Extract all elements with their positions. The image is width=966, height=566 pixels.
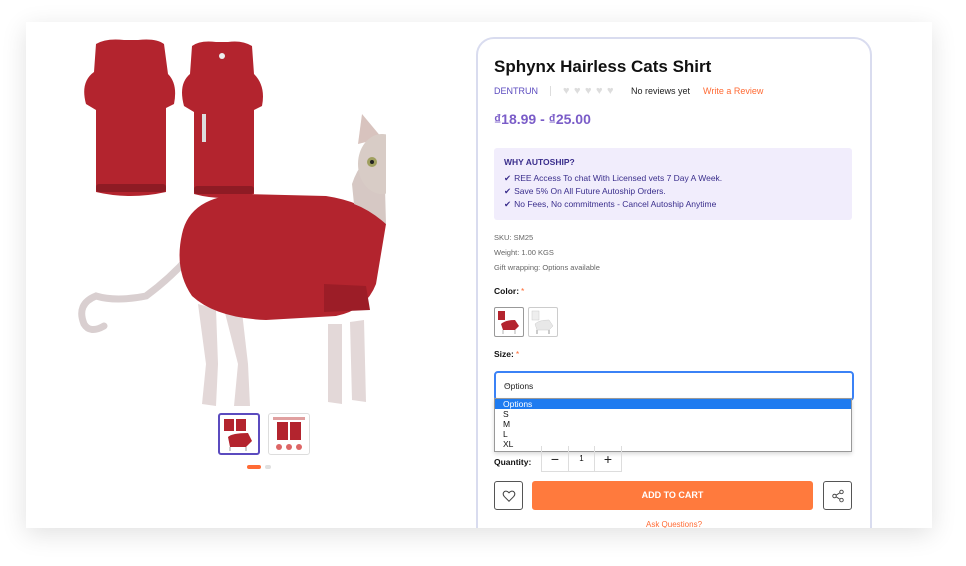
quantity-label: Quantity:	[494, 457, 532, 467]
star-icon: ♥	[607, 85, 614, 97]
sku-text: SKU: SM25	[494, 233, 534, 242]
price-range: ₫18.99 - ₫25.00	[494, 111, 591, 127]
quantity-increase-button[interactable]: +	[595, 451, 621, 467]
size-option[interactable]: L	[495, 429, 851, 439]
rating-stars: ♥ ♥ ♥ ♥ ♥	[563, 85, 617, 97]
carousel-dots	[247, 465, 271, 469]
quantity-stepper: − 1 +	[541, 446, 622, 472]
color-swatch-white[interactable]	[528, 307, 558, 337]
size-dropdown-list: Options S M L XL	[494, 398, 852, 452]
autoship-item: ✔ REE Access To chat With Licensed vets 7…	[504, 173, 723, 183]
star-icon: ♥	[574, 85, 581, 97]
carousel-dot-active[interactable]	[247, 465, 261, 469]
main-product-image[interactable]	[66, 34, 406, 424]
check-icon: ✔	[504, 199, 512, 209]
quantity-input[interactable]: 1	[568, 446, 595, 471]
product-card: Sphynx Hairless Cats Shirt DENTRUN ♥ ♥ ♥…	[26, 22, 932, 528]
check-icon: ✔	[504, 173, 512, 183]
product-meta: DENTRUN ♥ ♥ ♥ ♥ ♥ No reviews yet Write a…	[494, 85, 763, 97]
autoship-heading: WHY AUTOSHIP?	[504, 157, 575, 167]
autoship-item: ✔ Save 5% On All Future Autoship Orders.	[504, 186, 666, 196]
quantity-decrease-button[interactable]: −	[542, 451, 568, 467]
weight-text: Weight: 1.00 KGS	[494, 248, 554, 257]
product-title: Sphynx Hairless Cats Shirt	[494, 57, 712, 76]
size-label: Size: *	[494, 349, 520, 359]
ask-questions-link[interactable]: Ask Questions?	[478, 520, 870, 528]
autoship-item: ✔ No Fees, No commitments - Cancel Autosh…	[504, 199, 717, 209]
gift-wrapping-text: Gift wrapping: Options available	[494, 263, 600, 272]
star-icon: ♥	[596, 85, 603, 97]
size-option[interactable]: M	[495, 419, 851, 429]
star-icon: ♥	[563, 85, 570, 97]
size-select[interactable]: Options ⌄	[494, 371, 854, 401]
share-icon	[831, 489, 844, 502]
check-icon: ✔	[504, 186, 512, 196]
autoship-box: WHY AUTOSHIP? ✔ REE Access To chat With L…	[494, 148, 852, 220]
carousel-dot[interactable]	[265, 465, 271, 469]
wishlist-button[interactable]	[494, 481, 523, 510]
heart-icon	[502, 490, 515, 502]
divider	[550, 86, 551, 96]
size-option[interactable]: Options	[495, 399, 851, 409]
product-details-panel: Sphynx Hairless Cats Shirt DENTRUN ♥ ♥ ♥…	[476, 37, 872, 528]
reviews-count: No reviews yet	[631, 86, 691, 96]
chevron-down-icon: ⌄	[504, 379, 511, 388]
add-to-cart-button[interactable]: ADD TO CART	[532, 481, 813, 510]
size-option[interactable]: S	[495, 409, 851, 419]
share-button[interactable]	[823, 481, 852, 510]
star-icon: ♥	[585, 85, 592, 97]
thumbnail-strip	[218, 413, 310, 455]
color-label: Color: *	[494, 286, 525, 296]
brand-link[interactable]: DENTRUN	[494, 86, 538, 96]
thumbnail-1[interactable]	[218, 413, 260, 455]
color-swatch-red[interactable]	[494, 307, 524, 337]
write-review-link[interactable]: Write a Review	[703, 86, 763, 96]
thumbnail-2[interactable]	[268, 413, 310, 455]
